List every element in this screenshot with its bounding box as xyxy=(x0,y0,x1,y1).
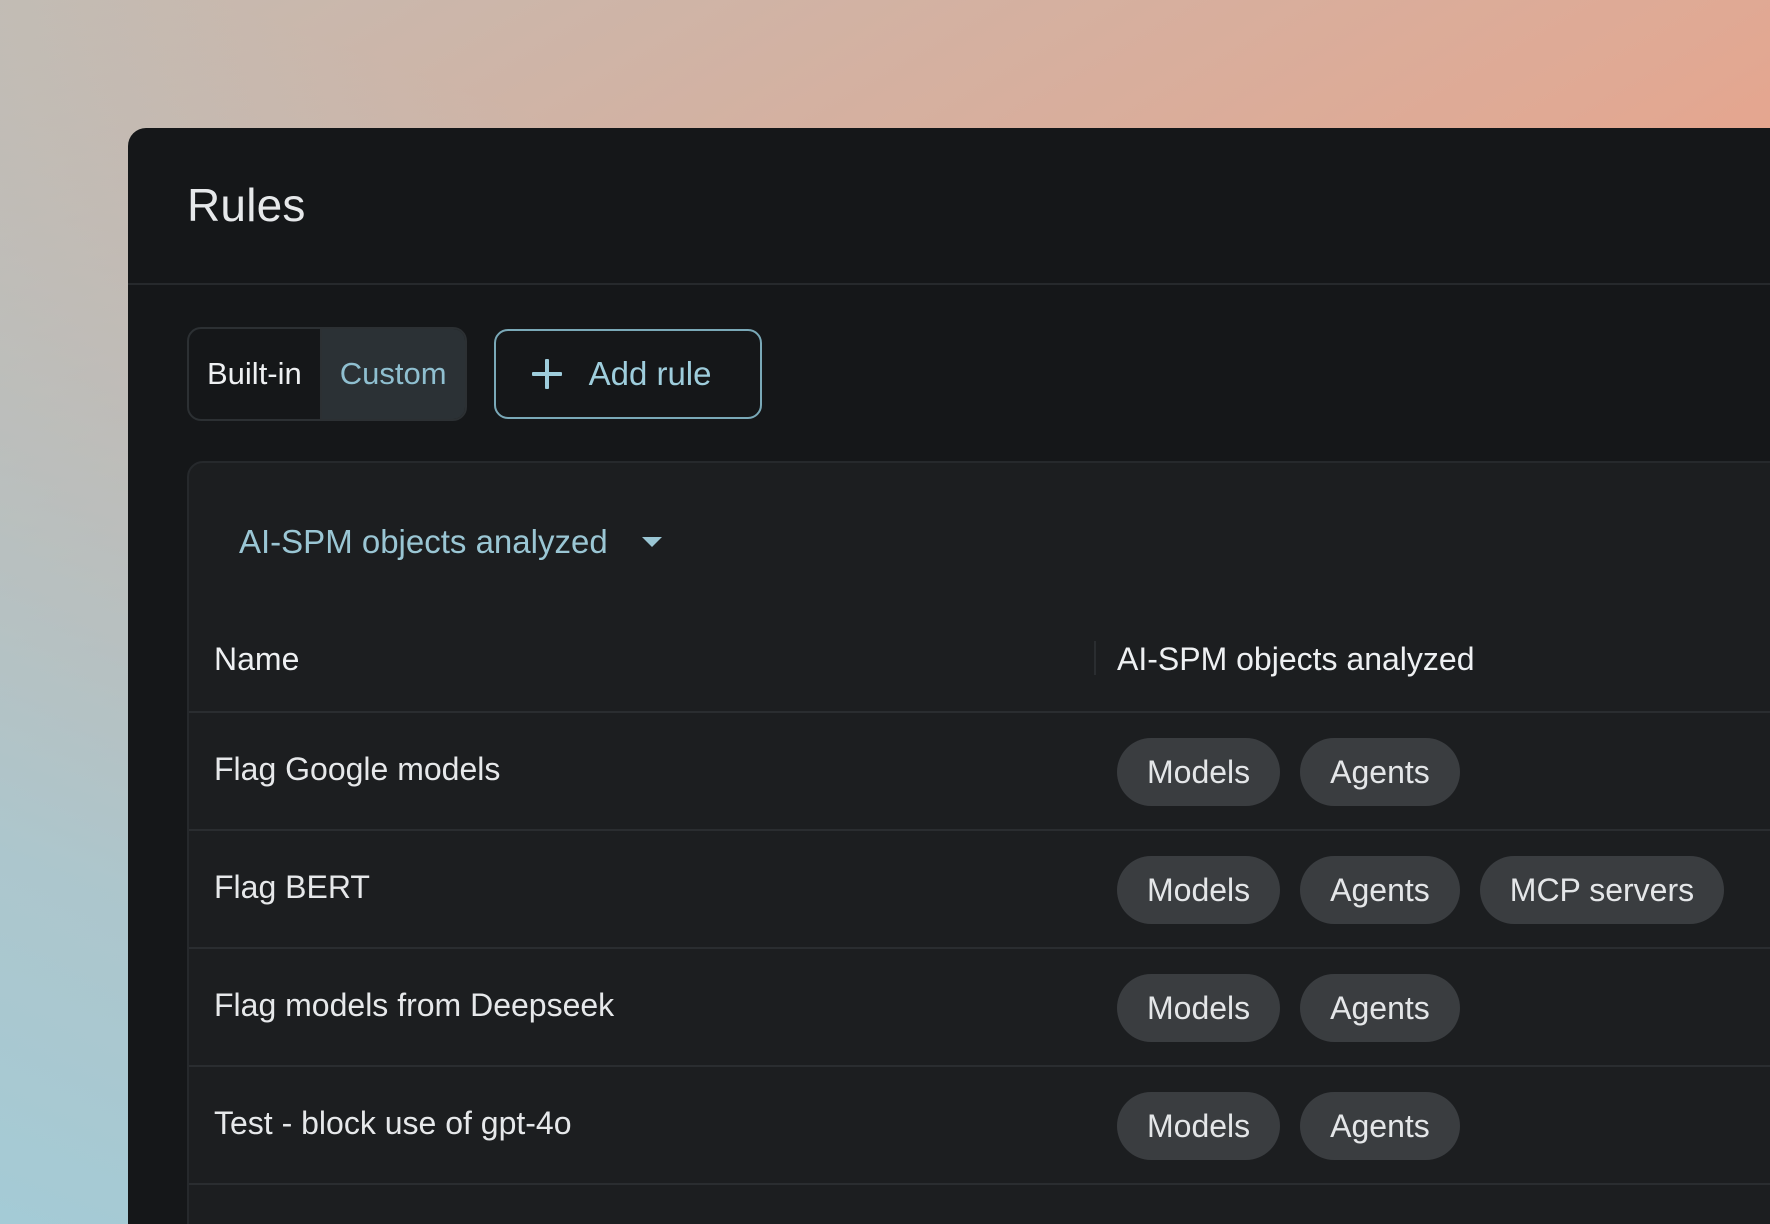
rule-name: Flag Google models xyxy=(214,751,501,787)
caret-down-icon xyxy=(641,537,662,547)
column-divider[interactable] xyxy=(1094,641,1096,675)
rule-type-toggle: Built-in Custom xyxy=(187,327,467,421)
toolbar: Built-in Custom Add rule xyxy=(187,326,762,422)
tag-agents: Agents xyxy=(1300,856,1460,924)
tag-agents: Agents xyxy=(1300,1092,1460,1160)
table-row[interactable]: Flag Google models Models Agents xyxy=(189,713,1770,831)
table-header: Name AI-SPM objects analyzed xyxy=(189,623,1770,713)
add-rule-label: Add rule xyxy=(588,355,712,392)
table-body: Flag Google models Models Agents Flag BE… xyxy=(189,713,1770,1185)
tag-mcp-servers: MCP servers xyxy=(1479,856,1725,924)
object-tags: Models Agents xyxy=(1117,738,1460,806)
rule-name: Flag models from Deepseek xyxy=(214,987,615,1023)
column-header-objects[interactable]: AI-SPM objects analyzed xyxy=(1117,641,1475,678)
object-tags: Models Agents xyxy=(1117,974,1460,1042)
plus-icon xyxy=(531,359,562,389)
page-title: Rules xyxy=(187,179,306,231)
objects-filter-dropdown[interactable]: AI-SPM objects analyzed xyxy=(239,523,662,561)
rule-name: Test - block use of gpt-4o xyxy=(214,1105,572,1141)
table-row[interactable]: Test - block use of gpt-4o Models Agents xyxy=(189,1067,1770,1185)
tag-models: Models xyxy=(1117,974,1281,1042)
segment-custom[interactable]: Custom xyxy=(319,329,465,419)
app-window: Rules Built-in Custom Add rule AI-SPM ob… xyxy=(128,128,1770,1224)
filter-label: AI-SPM objects analyzed xyxy=(239,523,608,560)
add-rule-button[interactable]: Add rule xyxy=(493,329,762,419)
tag-models: Models xyxy=(1117,738,1281,806)
rule-name: Flag BERT xyxy=(214,869,370,905)
rules-table-card: AI-SPM objects analyzed Name AI-SPM obje… xyxy=(187,461,1770,1224)
object-tags: Models Agents MCP servers xyxy=(1117,856,1725,924)
segment-built-in[interactable]: Built-in xyxy=(189,329,320,419)
tag-models: Models xyxy=(1117,1092,1281,1160)
tag-agents: Agents xyxy=(1300,738,1460,806)
tag-models: Models xyxy=(1117,856,1281,924)
table-row[interactable]: Flag models from Deepseek Models Agents xyxy=(189,949,1770,1067)
table-row[interactable]: Flag BERT Models Agents MCP servers xyxy=(189,831,1770,949)
column-header-name[interactable]: Name xyxy=(214,641,299,678)
page-header: Rules xyxy=(128,128,1770,285)
tag-agents: Agents xyxy=(1300,974,1460,1042)
object-tags: Models Agents xyxy=(1117,1092,1460,1160)
